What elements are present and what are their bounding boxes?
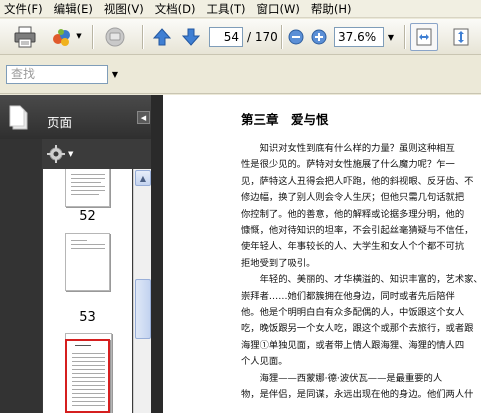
collapse-panel-icon[interactable]: ◀ [137, 111, 150, 124]
search-input[interactable]: 查找 [6, 65, 108, 84]
menu-window[interactable]: 窗口(W) [257, 1, 300, 17]
scrollbar-thumb[interactable] [135, 279, 151, 339]
text-line: 使年轻人、年事较长的人、大学生和女人个个都不可抗 [241, 241, 465, 253]
zoom-dropdown-icon[interactable]: ▼ [384, 27, 398, 47]
menu-tools[interactable]: 工具(T) [207, 1, 246, 17]
fit-page-icon[interactable] [448, 24, 474, 50]
share-dropdown-icon[interactable]: ▼ [75, 31, 83, 41]
menu-help[interactable]: 帮助(H) [311, 1, 352, 17]
options-gear-icon[interactable] [47, 145, 65, 166]
menu-bar: 文件(F) 编辑(E) 视图(V) 文档(D) 工具(T) 窗口(W) 帮助(H… [0, 0, 481, 18]
page-thumbnail-53[interactable] [65, 233, 110, 291]
toolbar-separator [142, 25, 143, 49]
text-line: 见，萨特这人丑得会把人吓跑，他的斜视眼、反牙齿、不 [241, 175, 474, 187]
pages-icon[interactable] [8, 105, 30, 134]
menu-edit[interactable]: 编辑(E) [54, 1, 93, 17]
next-page-icon[interactable] [180, 26, 202, 48]
text-line: 你控制了。他的善意，他的解释或论据多理分明，他的 [241, 208, 465, 220]
page-thumbnail-54[interactable] [65, 339, 110, 413]
previous-page-icon[interactable] [151, 26, 173, 48]
text-line: 吃，晚饭跟另一个女人吃，跟这个或那个去旅行，或者跟 [241, 323, 474, 335]
pages-panel: 页面 ◀ ▼ 52 53 ▲ [0, 95, 163, 413]
text-line: 年轻的、美丽的、才华横溢的、知识丰富的，艺术家、 [241, 274, 481, 286]
text-line: 知识对女性到底有什么样的力量？虽则这种相互 [241, 143, 455, 154]
menu-file[interactable]: 文件(F) [4, 1, 43, 17]
share-icon[interactable] [50, 24, 74, 50]
navigation-strip [0, 139, 42, 413]
print-icon[interactable] [12, 24, 38, 50]
zoom-out-icon[interactable] [287, 28, 305, 46]
page-thumbnails: 52 53 [43, 169, 132, 413]
document-page: 第三章 爱与恨 知识对女性到底有什么样的力量？虽则这种相互 性是很少见的。萨特对… [163, 95, 481, 413]
toolbar-separator [281, 25, 282, 49]
text-line: 物，是伴侣，是同谋，永远出现在他的身边。他们两人什 [241, 389, 474, 401]
text-line: 修边幅，换了别人则会令人生厌；但他只需几句话就把 [241, 192, 465, 204]
menu-view[interactable]: 视图(V) [104, 1, 144, 17]
menu-document[interactable]: 文档(D) [155, 1, 196, 17]
chapter-title: 第三章 爱与恨 [241, 112, 329, 127]
search-bar: 查找 ▼ [0, 56, 481, 94]
toolbar-separator [404, 25, 405, 49]
text-line: 崇拜者……她们都簇拥在他身边，同时或者先后陪伴 [241, 290, 455, 302]
text-line: 慷慨，他对待知识的坦率，不会引起丝毫猜疑与不信任， [241, 225, 474, 237]
toolbar-separator [92, 25, 93, 49]
text-line: 他。他是个明明白白有众多配偶的人，中饭跟这个女人 [241, 307, 465, 319]
page-label-52: 52 [79, 209, 96, 224]
page-thumbnail-52[interactable] [65, 169, 110, 207]
page-label-53: 53 [79, 310, 96, 325]
body-text: 知识对女性到底有什么样的力量？虽则这种相互 性是很少见的。萨特对女性施展了什么魔… [241, 141, 481, 404]
zoom-in-icon[interactable] [310, 28, 328, 46]
toolbar: ▼ 54 / 170 37.6% ▼ [0, 19, 481, 55]
text-line: 海狸①单独见面，或者带上情人跟海狸、海狸的情人四 [241, 339, 465, 351]
text-line: 拒地受到了吸引。 [241, 257, 316, 269]
thumbnail-scrollbar[interactable]: ▲ [133, 169, 151, 413]
text-line: 海狸——西蒙娜·德·波伏瓦——是最重要的人 [241, 372, 443, 384]
panel-splitter[interactable] [151, 95, 163, 413]
text-line: 个人见面。 [241, 356, 288, 368]
zoom-level-field[interactable]: 37.6% [334, 27, 384, 47]
search-dropdown-icon[interactable]: ▼ [110, 65, 120, 84]
page-total: / 170 [247, 30, 278, 44]
panel-title: 页面 [47, 115, 73, 130]
page-number-input[interactable]: 54 [209, 27, 243, 47]
scroll-up-icon[interactable]: ▲ [135, 170, 151, 186]
comment-icon[interactable] [102, 24, 128, 50]
text-line: 性是很少见的。萨特对女性施展了什么魔力呢？乍一 [241, 159, 455, 171]
fit-width-icon[interactable] [410, 23, 438, 51]
options-dropdown-icon[interactable]: ▼ [68, 150, 73, 158]
panel-header: 页面 ◀ [0, 95, 163, 139]
